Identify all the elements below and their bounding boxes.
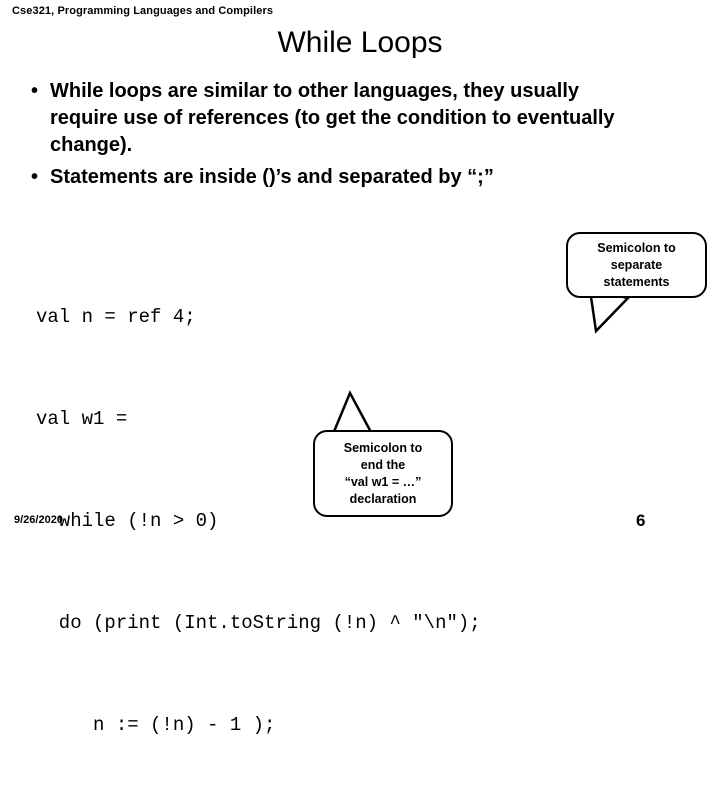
bullet-dot-icon: • (31, 166, 39, 188)
callout-line: end the (360, 457, 406, 472)
bullet-list: • While loops are similar to other langu… (28, 78, 628, 196)
bullet-item: • Statements are inside ()’s and separat… (28, 164, 628, 191)
callout-line: Semicolon to (597, 240, 676, 255)
callout-line: Semicolon to (343, 440, 423, 455)
code-line: n := (!n) - 1 ); (36, 714, 276, 736)
footer-page-number: 6 (636, 511, 646, 530)
slide-title: While Loops (277, 26, 443, 59)
slide-canvas: Cse321, Programming Languages and Compil… (0, 0, 720, 736)
code-block: val n = ref 4; val w1 = while (!n > 0) d… (36, 232, 481, 810)
code-line: do (print (Int.toString (!n) ^ "\n"); (36, 612, 481, 634)
footer-date: 9/26/2020 (14, 514, 63, 526)
callout-line: separate (610, 257, 663, 272)
bullet-item-text: Statements are inside ()’s and separated… (50, 166, 494, 188)
callout-semicolon-end-declaration: Semicolon to end the “val w1 = …” declar… (313, 430, 453, 517)
bullet-item-text: While loops are similar to other languag… (50, 80, 615, 156)
callout-line: “val w1 = …” (344, 474, 422, 489)
callout-semicolon-separate: Semicolon to separate statements (566, 232, 707, 298)
callout-line: statements (603, 274, 670, 289)
bullet-dot-icon: • (31, 80, 39, 102)
code-line: val n = ref 4; (36, 306, 196, 328)
bullet-item: • While loops are similar to other langu… (28, 78, 628, 159)
slide-header-course: Cse321, Programming Languages and Compil… (12, 5, 274, 17)
callout-line: declaration (349, 491, 417, 506)
